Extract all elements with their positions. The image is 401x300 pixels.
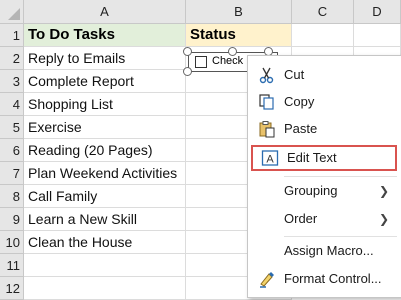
row-header-2[interactable]: 2	[0, 47, 24, 70]
menu-item-order-label: Order	[284, 211, 318, 226]
menu-item-copy-label: Copy	[284, 94, 315, 109]
task-cell[interactable]: Exercise	[24, 116, 186, 139]
cell-c1[interactable]	[292, 24, 354, 47]
menu-item-paste-label: Paste	[284, 121, 318, 136]
column-header-a[interactable]: A	[24, 0, 186, 24]
task-cell[interactable]: Clean the House	[24, 231, 186, 254]
menu-item-order[interactable]: Order ❯	[248, 206, 401, 232]
menu-item-edit-text-label: Edit Text	[287, 150, 337, 165]
menu-item-copy[interactable]: Copy	[248, 89, 401, 115]
task-cell[interactable]: Plan Weekend Activities	[24, 162, 186, 185]
row-header-4[interactable]: 4	[0, 93, 24, 116]
row-header-9[interactable]: 9	[0, 208, 24, 231]
resize-handle-top-middle[interactable]	[228, 47, 237, 56]
menu-item-format-control[interactable]: Format Control...	[248, 266, 401, 292]
chevron-right-icon: ❯	[378, 184, 389, 198]
svg-text:A: A	[266, 154, 274, 166]
menu-item-assign-macro[interactable]: Assign Macro...	[248, 238, 401, 264]
menu-item-cut-label: Cut	[284, 67, 305, 82]
checkbox-square[interactable]	[195, 56, 207, 68]
task-cell[interactable]: Learn a New Skill	[24, 208, 186, 231]
row-header-6[interactable]: 6	[0, 139, 24, 162]
menu-item-assign-macro-label: Assign Macro...	[284, 243, 374, 258]
row-header-7[interactable]: 7	[0, 162, 24, 185]
row-header-11[interactable]: 11	[0, 254, 24, 277]
task-cell[interactable]: Complete Report	[24, 70, 186, 93]
row-header-5[interactable]: 5	[0, 116, 24, 139]
task-cell[interactable]: Shopping List	[24, 93, 186, 116]
select-all-button[interactable]	[0, 0, 24, 24]
task-cell[interactable]: Call Family	[24, 185, 186, 208]
copy-icon	[259, 94, 274, 110]
menu-item-grouping-label: Grouping	[284, 183, 338, 198]
cell-a1-header[interactable]: To Do Tasks	[24, 24, 186, 47]
cell-d1[interactable]	[354, 24, 401, 47]
row-header-8[interactable]: 8	[0, 185, 24, 208]
column-header-b[interactable]: B	[186, 0, 292, 24]
menu-item-format-control-label: Format Control...	[284, 271, 382, 286]
menu-item-cut[interactable]: Cut	[248, 62, 401, 88]
cell-a11[interactable]	[24, 254, 186, 277]
menu-separator	[284, 176, 397, 177]
paste-icon	[259, 121, 275, 138]
column-header-c[interactable]: C	[292, 0, 354, 24]
menu-item-edit-text[interactable]: A Edit Text	[251, 145, 397, 171]
menu-item-grouping[interactable]: Grouping ❯	[248, 178, 401, 204]
resize-handle-top-left[interactable]	[183, 47, 192, 56]
scissors-icon	[259, 67, 274, 84]
format-control-icon	[260, 272, 274, 288]
menu-separator	[284, 236, 397, 237]
edit-text-icon: A	[261, 150, 279, 166]
task-cell[interactable]: Reply to Emails	[24, 47, 186, 70]
menu-item-paste[interactable]: Paste	[248, 116, 401, 142]
column-header-d[interactable]: D	[354, 0, 401, 24]
task-cell[interactable]: Reading (20 Pages)	[24, 139, 186, 162]
resize-handle-bottom-left[interactable]	[183, 67, 192, 76]
row-header-1[interactable]: 1	[0, 24, 24, 47]
chevron-right-icon: ❯	[378, 212, 389, 226]
context-menu: Cut Copy Paste A Edit Text Grouping ❯ Or…	[247, 55, 401, 298]
cell-b1-header[interactable]: Status	[186, 24, 292, 47]
row-header-10[interactable]: 10	[0, 231, 24, 254]
row-header-3[interactable]: 3	[0, 70, 24, 93]
